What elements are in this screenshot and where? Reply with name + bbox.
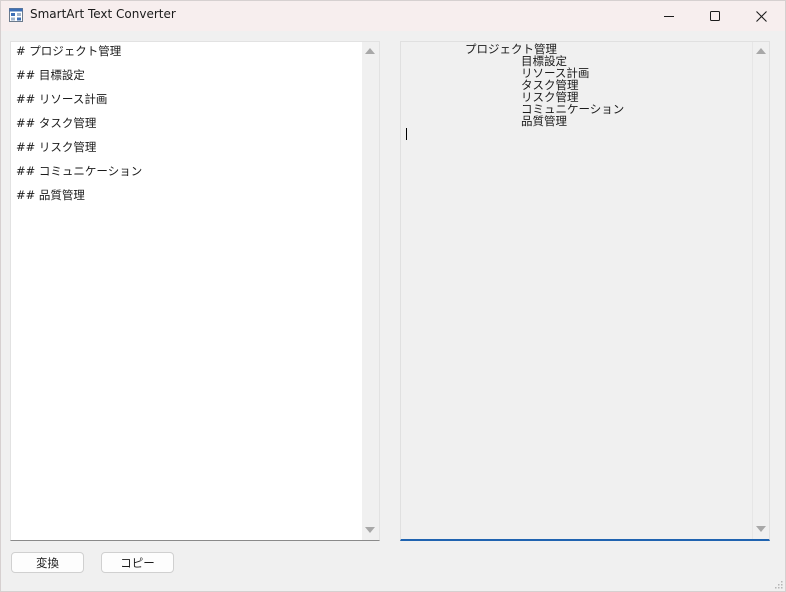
scroll-down-arrow-icon[interactable] — [756, 526, 766, 532]
app-window: SmartArt Text Converter # プロジェクト管理 ## 目標… — [0, 0, 786, 592]
text-caret — [406, 128, 407, 140]
markdown-line: ## リソース計画 — [16, 92, 108, 106]
output-lines: プロジェクト管理 目標設定 リソース計画 タスク管理 リスク管理 コミュニケーシ… — [401, 43, 624, 127]
maximize-icon — [710, 11, 720, 21]
smartart-output-textbox[interactable]: プロジェクト管理 目標設定 リソース計画 タスク管理 リスク管理 コミュニケーシ… — [400, 41, 770, 541]
minimize-button[interactable] — [646, 1, 692, 31]
markdown-line: ## リスク管理 — [16, 140, 97, 154]
markdown-input-textbox[interactable]: # プロジェクト管理 ## 目標設定 ## リソース計画 ## タスク管理 ##… — [10, 41, 380, 541]
output-line: リソース計画 — [521, 66, 590, 80]
markdown-line: ## 品質管理 — [16, 188, 85, 202]
convert-button[interactable]: 変換 — [11, 552, 84, 573]
app-window-icon — [9, 8, 23, 22]
markdown-line: ## タスク管理 — [16, 116, 97, 130]
close-icon — [755, 10, 767, 22]
markdown-line: ## コミュニケーション — [16, 164, 143, 178]
minimize-icon — [664, 16, 674, 17]
markdown-line: ## 目標設定 — [16, 68, 85, 82]
output-line: 品質管理 — [521, 114, 567, 128]
title-bar[interactable]: SmartArt Text Converter — [1, 1, 785, 31]
input-vertical-scrollbar[interactable] — [362, 42, 379, 540]
close-button[interactable] — [738, 1, 784, 31]
output-vertical-scrollbar[interactable] — [752, 42, 769, 539]
markdown-line: # プロジェクト管理 — [16, 44, 122, 58]
maximize-button[interactable] — [692, 1, 738, 31]
markdown-lines: # プロジェクト管理 ## 目標設定 ## リソース計画 ## タスク管理 ##… — [16, 43, 142, 211]
resize-grip-icon[interactable] — [773, 579, 783, 589]
output-line: 目標設定 — [521, 54, 567, 68]
output-line: コミュニケーション — [521, 102, 625, 116]
scroll-down-arrow-icon[interactable] — [365, 527, 375, 533]
scroll-up-arrow-icon[interactable] — [365, 48, 375, 54]
output-line: プロジェクト管理 — [465, 42, 557, 56]
output-line: タスク管理 — [521, 78, 579, 92]
scroll-up-arrow-icon[interactable] — [756, 48, 766, 54]
window-title: SmartArt Text Converter — [30, 7, 176, 21]
copy-button[interactable]: コピー — [101, 552, 174, 573]
